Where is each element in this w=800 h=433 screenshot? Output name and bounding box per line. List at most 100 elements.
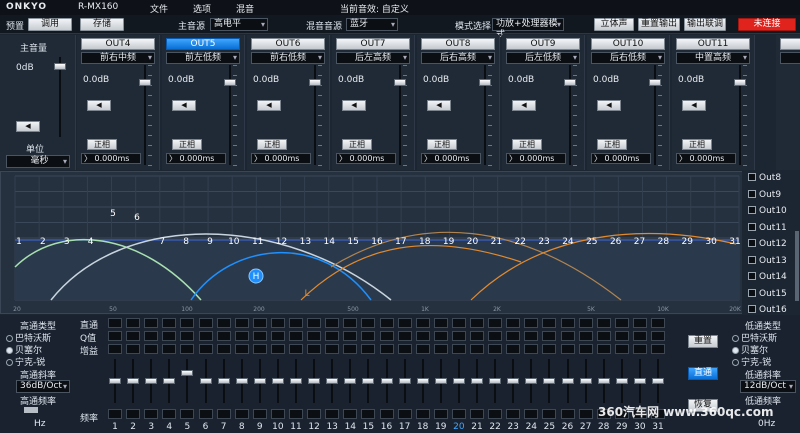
band-param-cell[interactable] [234, 344, 249, 354]
band-freq-cell[interactable] [126, 409, 141, 419]
band-gain-fader[interactable] [651, 359, 665, 403]
band-param-cell[interactable] [451, 344, 466, 354]
band-fader-knob[interactable] [416, 378, 429, 384]
band-param-cell[interactable] [198, 344, 213, 354]
band-param-cell[interactable] [560, 344, 575, 354]
band-fader-knob[interactable] [290, 378, 302, 384]
reset-output-button[interactable]: 重置输出 [638, 18, 680, 31]
band-param-cell[interactable] [614, 331, 629, 341]
band-freq-cell[interactable] [379, 409, 394, 419]
band-fader-knob[interactable] [199, 378, 212, 384]
output-checkbox[interactable]: Out15 [748, 288, 787, 299]
fader-knob[interactable] [224, 78, 236, 86]
output-checkbox[interactable]: Out13 [748, 255, 787, 266]
output-select-button[interactable]: OUT8 [421, 38, 495, 50]
speaker-position-select[interactable]: 中置高频 [676, 52, 750, 64]
band-param-cell[interactable] [144, 344, 159, 354]
band-gain-fader[interactable] [579, 359, 593, 403]
fader-knob[interactable] [649, 78, 661, 86]
band-param-cell[interactable] [379, 318, 394, 328]
fader-knob[interactable] [564, 78, 576, 86]
band-param-cell[interactable] [524, 318, 539, 328]
eq-bypass-button[interactable]: 直通 [688, 367, 718, 380]
band-param-cell[interactable] [343, 318, 358, 328]
delay-field[interactable]: 〉 0.000ms [166, 153, 226, 164]
band-freq-cell[interactable] [542, 409, 557, 419]
band-param-cell[interactable] [198, 331, 213, 341]
output-select-button[interactable]: OUT5 [166, 38, 240, 50]
band-param-cell[interactable] [307, 331, 322, 341]
channel-mute-button[interactable]: ◀ [257, 100, 281, 111]
menu-mix[interactable]: 混音 [236, 2, 254, 15]
channel-fader[interactable] [307, 65, 323, 166]
speaker-position-select[interactable]: 前左低频 [166, 52, 240, 64]
output-checkbox[interactable]: Out16 [748, 305, 787, 315]
band-gain-fader[interactable] [361, 359, 375, 403]
band-param-cell[interactable] [252, 344, 267, 354]
mix-source-select[interactable]: 蓝牙 [346, 18, 398, 31]
band-freq-cell[interactable] [108, 409, 122, 419]
channel-fader[interactable] [137, 65, 153, 166]
phase-button[interactable]: 正相 [597, 139, 627, 150]
phase-button[interactable]: 正相 [172, 139, 202, 150]
band-gain-fader[interactable] [506, 359, 520, 403]
band-param-cell[interactable] [397, 318, 412, 328]
band-freq-cell[interactable] [415, 409, 430, 419]
band-freq-cell[interactable] [180, 409, 195, 419]
call-button[interactable]: 调用 [28, 18, 72, 31]
band-param-cell[interactable] [108, 344, 122, 354]
band-gain-fader[interactable] [126, 359, 140, 403]
band-param-cell[interactable] [144, 318, 159, 328]
band-fader-knob[interactable] [507, 378, 520, 384]
band-gain-fader[interactable] [597, 359, 611, 403]
band-fader-knob[interactable] [434, 378, 447, 384]
band-fader-knob[interactable] [652, 378, 664, 384]
band-param-cell[interactable] [632, 331, 647, 341]
band-fader-knob[interactable] [597, 378, 610, 384]
band-gain-fader[interactable] [542, 359, 556, 403]
band-param-cell[interactable] [415, 318, 430, 328]
band-param-cell[interactable] [325, 344, 340, 354]
stereo-button[interactable]: 立体声 [594, 18, 634, 31]
band-param-cell[interactable] [415, 344, 430, 354]
band-gain-fader[interactable] [307, 359, 321, 403]
band-freq-cell[interactable] [397, 409, 412, 419]
band-freq-cell[interactable] [433, 409, 448, 419]
band-gain-fader[interactable] [217, 359, 231, 403]
channel-fader[interactable] [477, 65, 493, 166]
band-param-cell[interactable] [488, 344, 503, 354]
band-gain-fader[interactable] [470, 359, 484, 403]
band-fader-knob[interactable] [579, 378, 592, 384]
band-param-cell[interactable] [651, 344, 665, 354]
band-param-cell[interactable] [379, 331, 394, 341]
band-param-cell[interactable] [614, 344, 629, 354]
hp-slope-select[interactable]: 36dB/Oct [16, 380, 70, 393]
band-fader-knob[interactable] [127, 378, 140, 384]
band-gain-fader[interactable] [452, 359, 466, 403]
menu-options[interactable]: 选项 [193, 2, 211, 15]
band-gain-fader[interactable] [199, 359, 213, 403]
band-freq-cell[interactable] [216, 409, 231, 419]
phase-button[interactable]: 正相 [427, 139, 457, 150]
channel-fader[interactable] [222, 65, 238, 166]
band-gain-fader[interactable] [615, 359, 629, 403]
band-fader-knob[interactable] [633, 378, 646, 384]
delay-field[interactable]: 〉 0.000ms [81, 153, 141, 164]
speaker-position-select[interactable]: 后右低频 [591, 52, 665, 64]
band-gain-fader[interactable] [398, 359, 412, 403]
band-param-cell[interactable] [560, 331, 575, 341]
band-fader-knob[interactable] [615, 378, 628, 384]
hp-freq-value[interactable]: Hz [34, 419, 46, 429]
band-param-cell[interactable] [216, 318, 231, 328]
band-fader-knob[interactable] [543, 378, 556, 384]
band-param-cell[interactable] [252, 331, 267, 341]
band-param-cell[interactable] [488, 318, 503, 328]
band-gain-fader[interactable] [162, 359, 176, 403]
band-freq-cell[interactable] [451, 409, 466, 419]
save-button[interactable]: 存储 [80, 18, 124, 31]
band-param-cell[interactable] [343, 331, 358, 341]
band-gain-fader[interactable] [235, 359, 249, 403]
band-gain-fader[interactable] [289, 359, 303, 403]
band-param-cell[interactable] [270, 331, 285, 341]
band-param-cell[interactable] [307, 318, 322, 328]
